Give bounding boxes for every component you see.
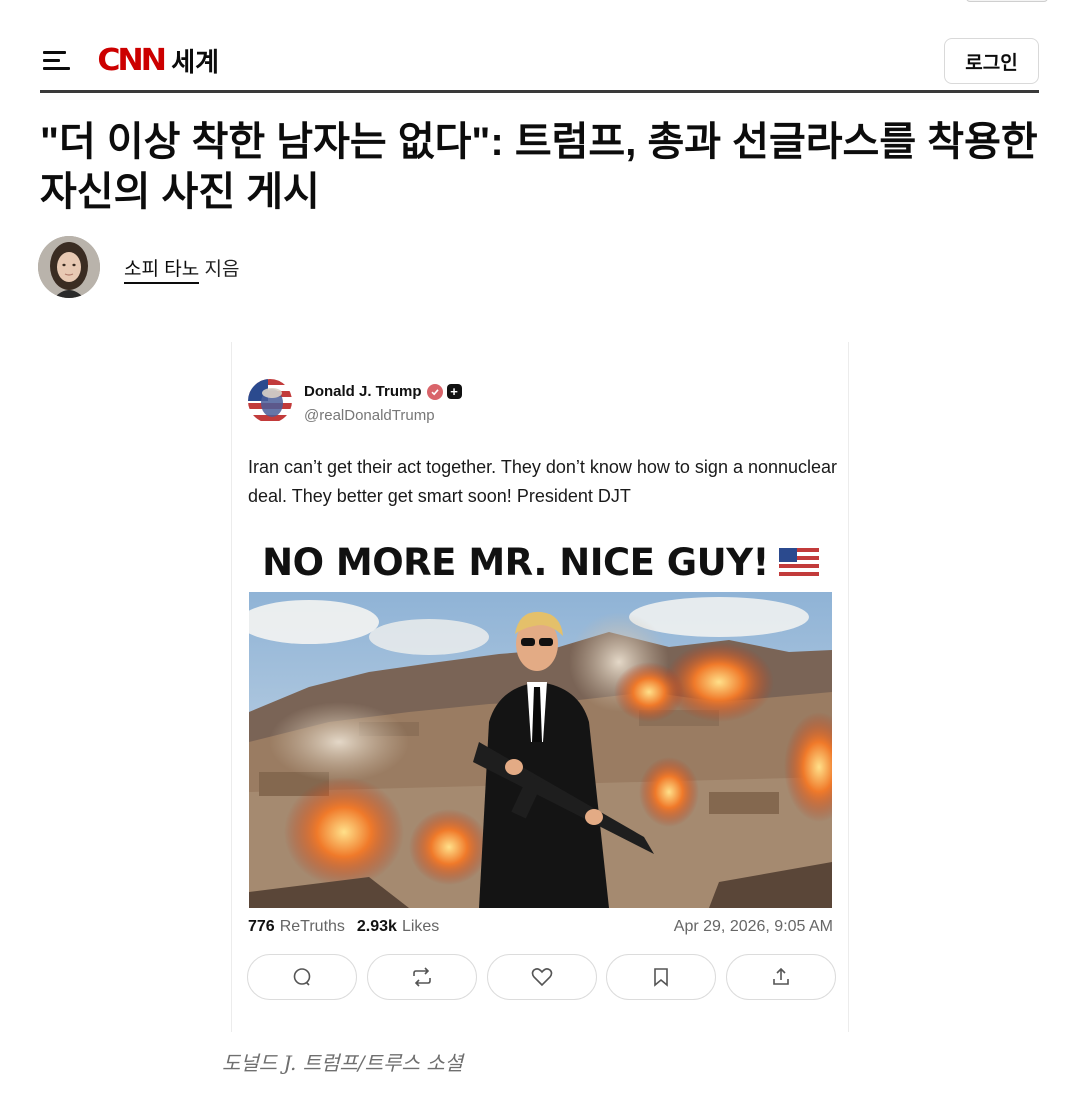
likes-count: 2.93k [356, 918, 397, 935]
retruths-stat[interactable]: 776 ReTruths [248, 918, 345, 936]
cnn-logo: CNN [97, 42, 167, 78]
image-heading-text: NO MORE MR. NICE GUY! [262, 540, 769, 584]
site-header: CNN 세계 로그인 [40, 36, 1039, 84]
verified-badge-icon [426, 383, 443, 400]
likes-label: Likes [401, 918, 440, 935]
header-divider [40, 90, 1039, 93]
post-handle[interactable]: @realDonaldTrump [304, 407, 435, 424]
login-button[interactable]: 로그인 [944, 38, 1039, 84]
byline-text: 소피 타노 지음 [124, 254, 240, 284]
us-flag-icon [778, 548, 819, 576]
byline: 소피 타노 지음 [38, 236, 239, 298]
hamburger-menu-icon[interactable] [40, 47, 70, 73]
post-avatar[interactable] [248, 379, 292, 423]
post-photo [249, 592, 832, 908]
likes-stat[interactable]: 2.93k Likes [357, 918, 439, 936]
section-label: 세계 [171, 46, 220, 77]
plus-badge-icon: + [446, 384, 462, 399]
site-logo[interactable]: CNN 세계 [97, 42, 220, 79]
bookmark-icon [654, 968, 669, 987]
byline-suffix: 지음 [204, 258, 240, 280]
retruth-button[interactable] [366, 954, 477, 1000]
share-button[interactable] [726, 954, 836, 1000]
post-actions [247, 954, 836, 1000]
bookmark-button[interactable] [606, 954, 717, 1000]
post-display-name[interactable]: Donald J. Trump + [304, 383, 462, 400]
image-heading: NO MORE MR. NICE GUY! [249, 532, 832, 592]
display-name-text: Donald J. Trump [304, 383, 422, 400]
reply-button[interactable] [247, 954, 357, 1000]
post-stats: 776 ReTruths 2.93k Likes Apr 29, 2026, 9:0… [248, 918, 833, 936]
author-link[interactable]: 소피 타노 [124, 258, 200, 284]
browser-top-edge [966, 0, 1048, 2]
reply-icon [293, 968, 311, 986]
embedded-post: Donald J. Trump + @realDonaldTrump Iran … [231, 342, 849, 1032]
retruth-icon [412, 967, 431, 987]
post-image[interactable]: NO MORE MR. NICE GUY! [249, 532, 832, 908]
share-icon [773, 967, 789, 985]
like-icon [531, 968, 552, 987]
author-avatar[interactable] [38, 236, 100, 298]
image-caption: 도널드 J. 트럼프/트루스 소셜 [222, 1051, 464, 1075]
like-button[interactable] [486, 954, 597, 1000]
retruths-count: 776 [248, 918, 275, 935]
article-headline: "더 이상 착한 남자는 없다": 트럼프, 총과 선글라스를 착용한 자신의 … [40, 120, 1038, 214]
post-text: Iran can’t get their act together. They … [248, 457, 838, 506]
post-timestamp[interactable]: Apr 29, 2026, 9:05 AM [674, 918, 833, 936]
retruths-label: ReTruths [279, 918, 345, 935]
